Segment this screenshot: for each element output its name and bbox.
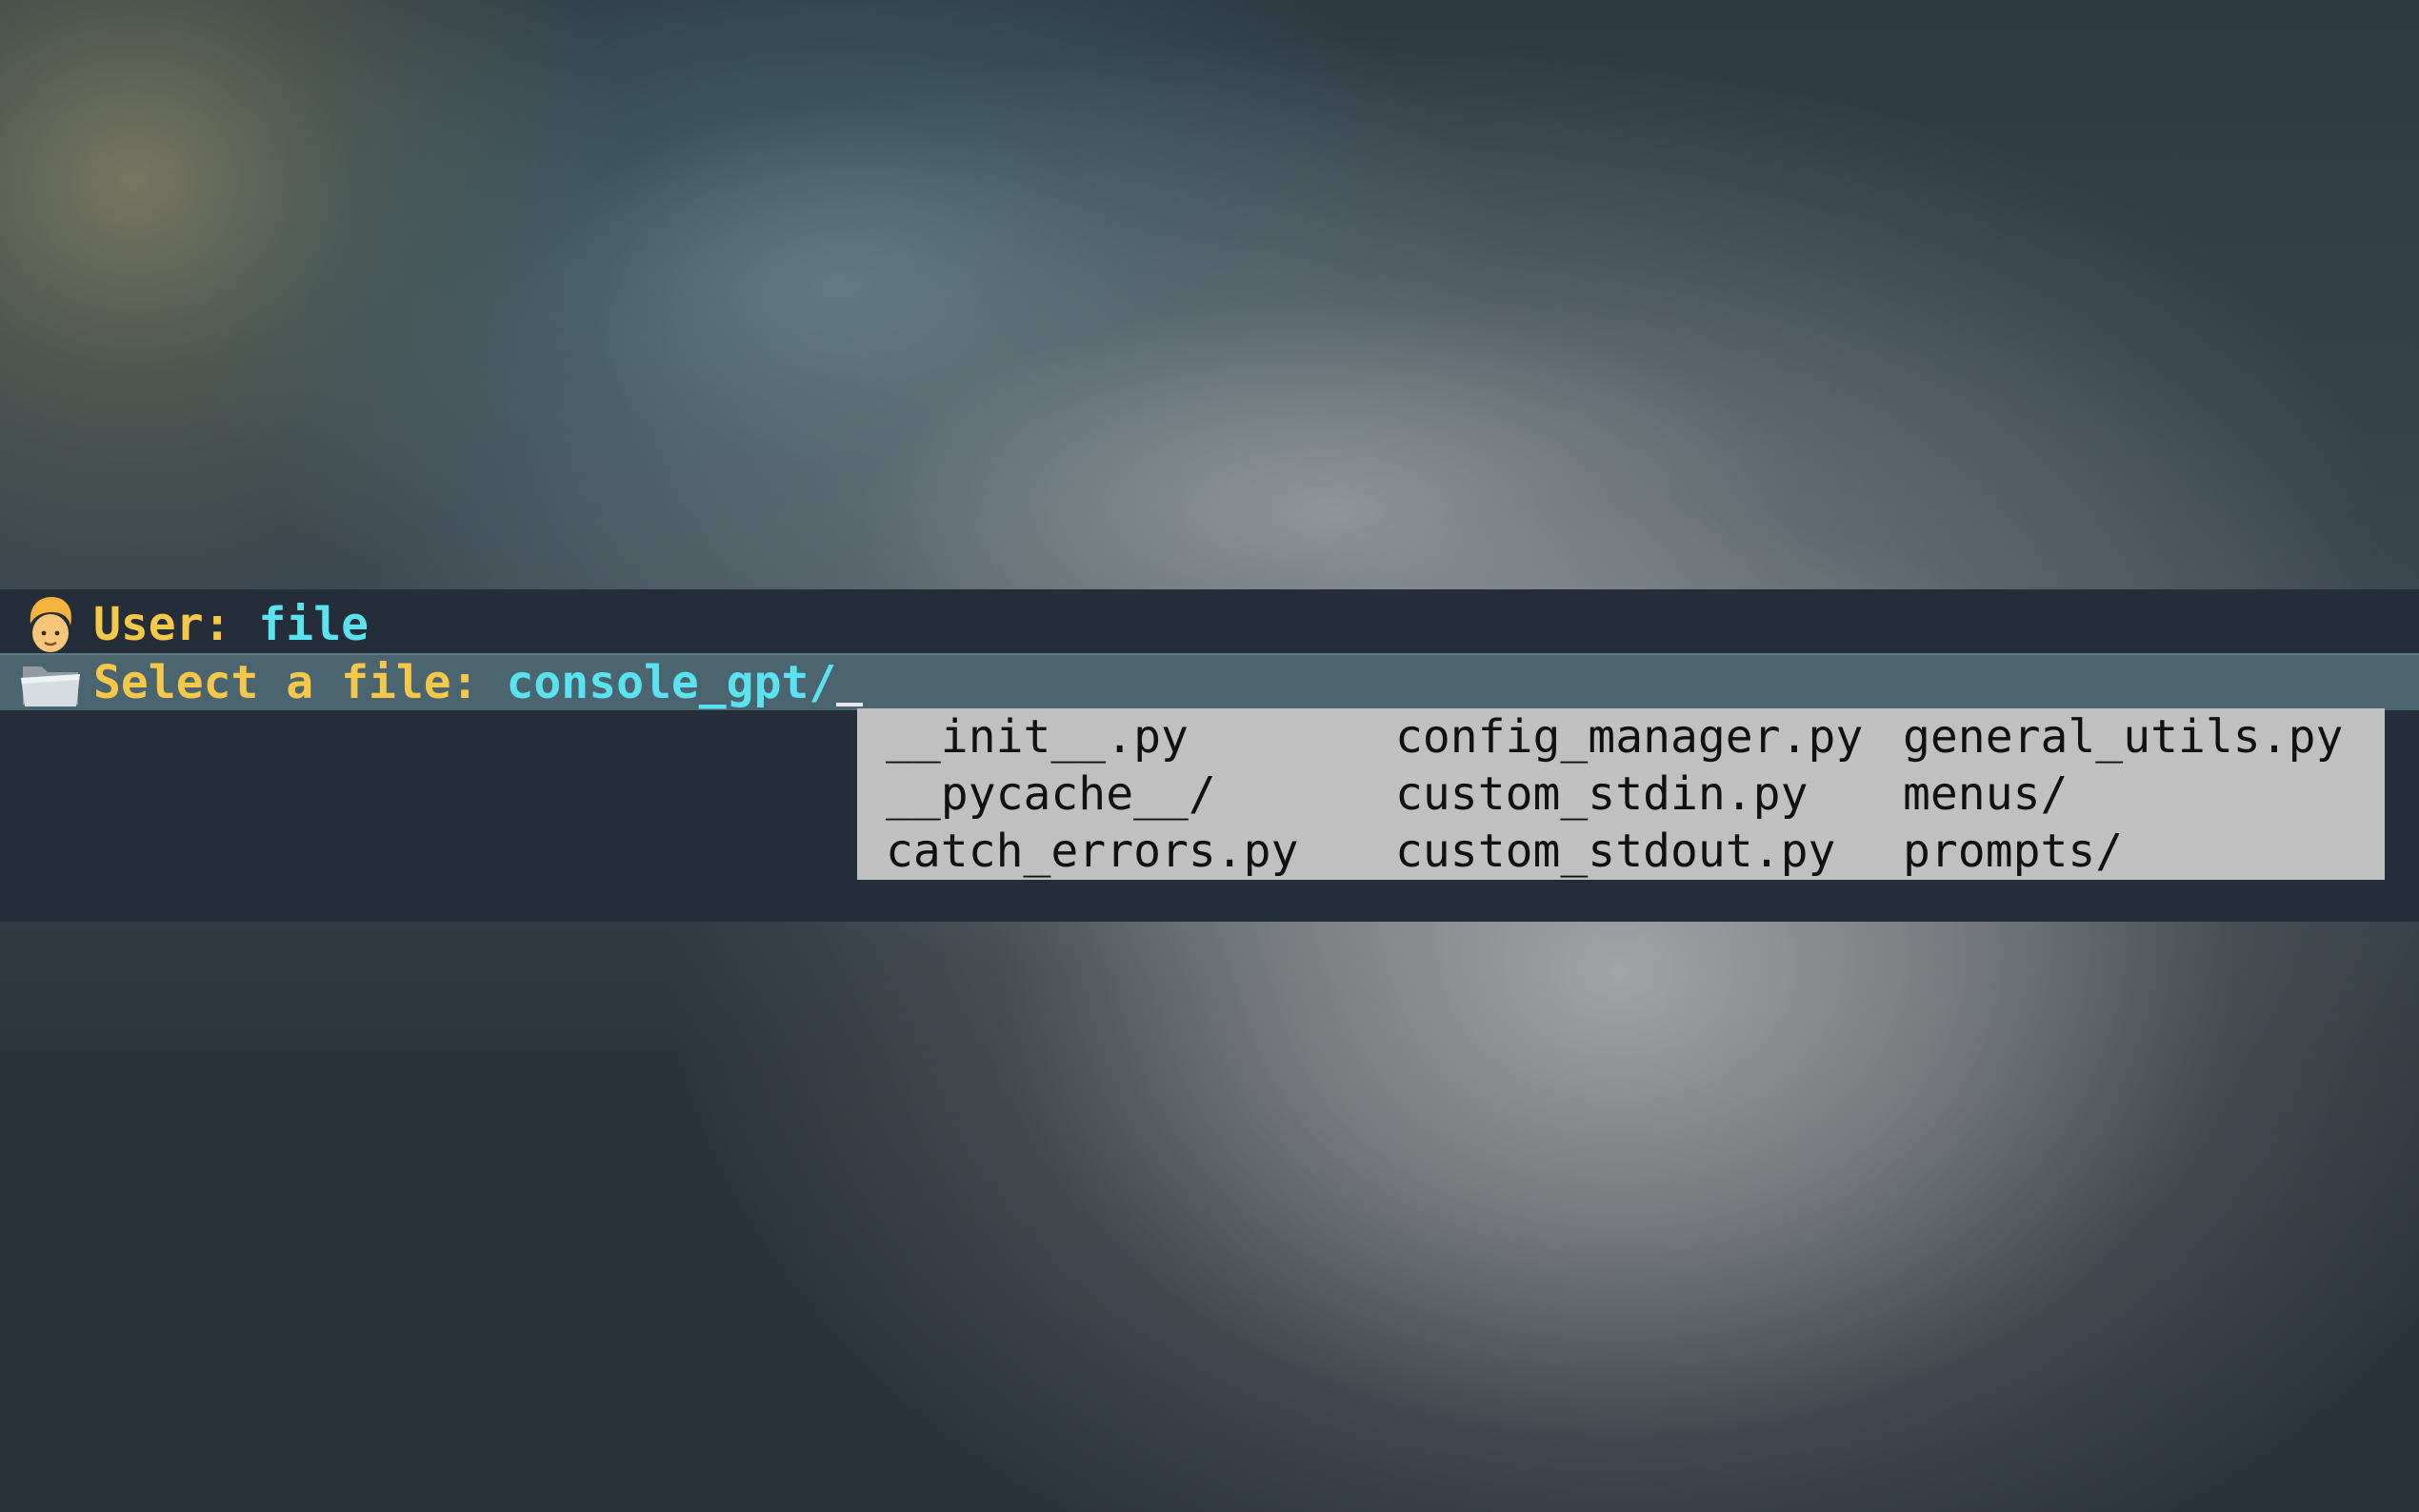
completion-item[interactable]: prompts/	[1903, 823, 2123, 880]
text-cursor	[836, 703, 864, 706]
completion-item[interactable]: __init__.py	[886, 708, 1189, 766]
completion-menu[interactable]: __init__.py __pycache__/ catch_errors.py…	[857, 708, 2385, 880]
file-select-prompt-label: Select a file:	[93, 656, 507, 709]
completion-item[interactable]: config_manager.py	[1395, 708, 1863, 766]
completion-item[interactable]: menus/	[1903, 766, 2068, 823]
user-input-value: file	[258, 598, 369, 651]
file-path-input[interactable]: console_gpt/	[506, 656, 836, 709]
completion-item[interactable]: custom_stdout.py	[1395, 823, 1835, 880]
person-emoji-icon	[11, 596, 90, 653]
completion-item[interactable]: general_utils.py	[1903, 708, 2343, 766]
user-prompt-label: User:	[93, 598, 259, 651]
file-select-line[interactable]: Select a file: console_gpt/	[0, 653, 2419, 710]
completion-item[interactable]: custom_stdin.py	[1395, 766, 1808, 823]
user-input-line: User: file	[0, 596, 2419, 653]
completion-item[interactable]: catch_errors.py	[886, 823, 1298, 880]
completion-item[interactable]: __pycache__/	[886, 766, 1216, 823]
folder-icon	[11, 654, 90, 711]
